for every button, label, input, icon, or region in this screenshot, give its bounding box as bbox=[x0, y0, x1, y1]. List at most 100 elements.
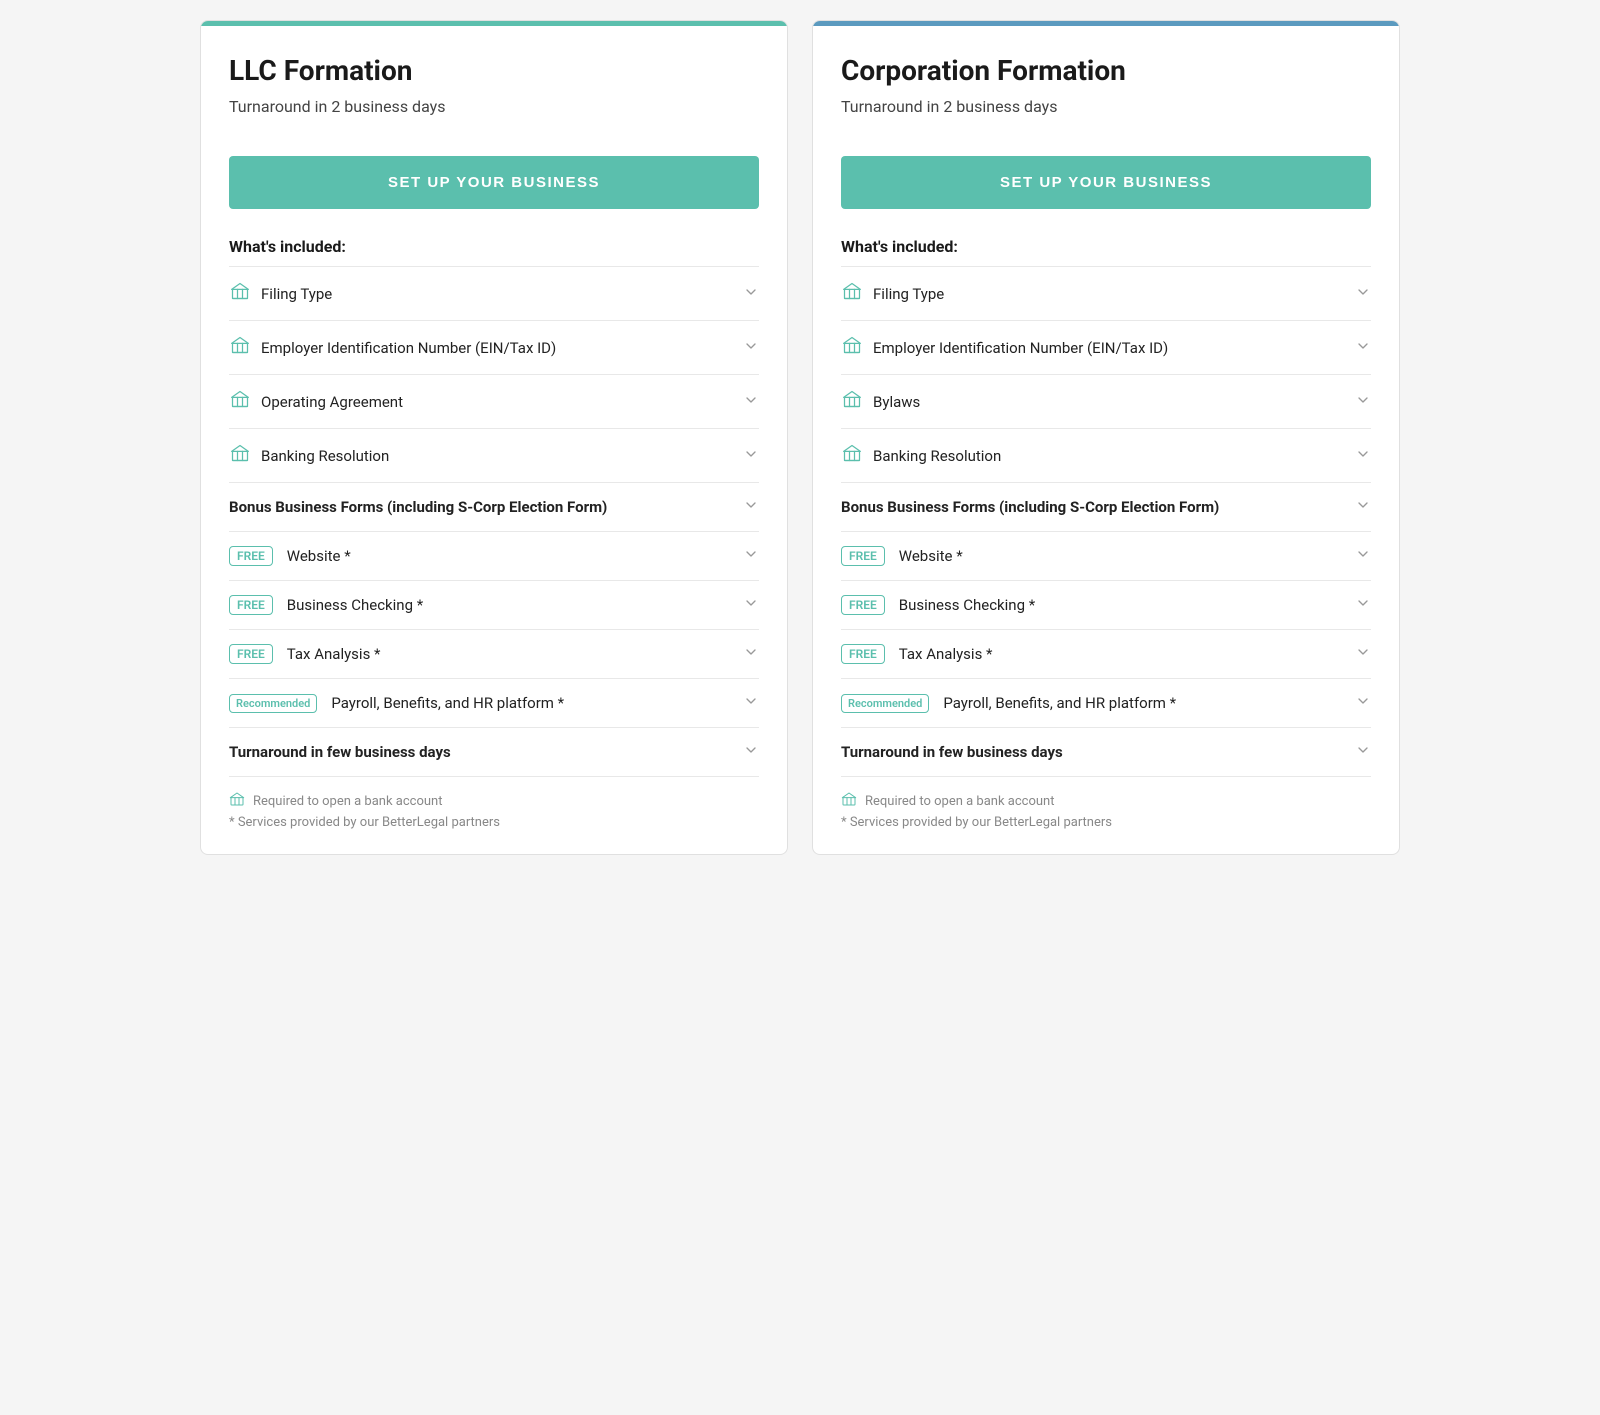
bank-icon-small bbox=[229, 791, 245, 811]
footer-star-note: * Services provided by our BetterLegal p… bbox=[229, 815, 759, 830]
list-item-left: Bonus Business Forms (including S-Corp E… bbox=[841, 498, 1219, 516]
footer-star-note: * Services provided by our BetterLegal p… bbox=[841, 815, 1371, 830]
list-item-left: Filing Type bbox=[229, 281, 332, 306]
item-label: Employer Identification Number (EIN/Tax … bbox=[873, 339, 1168, 357]
list-item[interactable]: FREETax Analysis * bbox=[841, 629, 1371, 678]
list-item-left: FREETax Analysis * bbox=[841, 644, 993, 664]
list-item-left: FREE Website * bbox=[841, 546, 963, 566]
chevron-down-icon bbox=[1355, 546, 1371, 566]
item-label: Turnaround in few business days bbox=[229, 743, 451, 761]
item-label: Bylaws bbox=[873, 393, 920, 411]
chevron-down-icon bbox=[743, 284, 759, 304]
chevron-down-icon bbox=[1355, 693, 1371, 713]
card-llc-footer: Required to open a bank account * Service… bbox=[229, 777, 759, 834]
chevron-down-icon bbox=[1355, 338, 1371, 358]
list-item[interactable]: FREE Website * bbox=[229, 531, 759, 580]
chevron-down-icon bbox=[1355, 392, 1371, 412]
item-label: Business Checking * bbox=[287, 596, 423, 614]
list-item-left: Employer Identification Number (EIN/Tax … bbox=[229, 335, 556, 360]
card-corp-footer: Required to open a bank account* Service… bbox=[841, 777, 1371, 834]
list-item[interactable]: FREE Business Checking * bbox=[229, 580, 759, 629]
chevron-down-icon bbox=[743, 338, 759, 358]
list-item-left: Recommended Payroll, Benefits, and HR pla… bbox=[841, 694, 1176, 713]
card-llc-title: LLC Formation bbox=[229, 54, 759, 87]
list-item-left: FREEBusiness Checking * bbox=[841, 595, 1035, 615]
list-item[interactable]: Turnaround in few business days bbox=[229, 727, 759, 777]
chevron-down-icon bbox=[743, 742, 759, 762]
chevron-down-icon bbox=[743, 693, 759, 713]
free-badge: FREE bbox=[229, 644, 273, 664]
list-item-left: Operating Agreement bbox=[229, 389, 403, 414]
card-corp-items-list: Filing Type Employer Identification Numbe… bbox=[841, 266, 1371, 777]
free-badge: FREE bbox=[229, 595, 273, 615]
item-label: Employer Identification Number (EIN/Tax … bbox=[261, 339, 556, 357]
list-item[interactable]: Filing Type bbox=[229, 266, 759, 320]
list-item[interactable]: Banking Resolution bbox=[229, 428, 759, 482]
footer-icon-text: Required to open a bank account bbox=[253, 794, 442, 809]
list-item-left: Bylaws bbox=[841, 389, 920, 414]
card-llc-inner: LLC Formation Turnaround in 2 business da… bbox=[201, 26, 787, 854]
item-label: Turnaround in few business days bbox=[841, 743, 1063, 761]
list-item[interactable]: RecommendedPayroll, Benefits, and HR pla… bbox=[229, 678, 759, 727]
list-item-left: Banking Resolution bbox=[841, 443, 1001, 468]
list-item[interactable]: FREE Website * bbox=[841, 531, 1371, 580]
list-item-left: FREE Website * bbox=[229, 546, 351, 566]
free-badge: FREE bbox=[841, 546, 885, 566]
chevron-down-icon bbox=[743, 497, 759, 517]
list-item[interactable]: Bonus Business Forms (including S-Corp E… bbox=[841, 482, 1371, 531]
bank-icon bbox=[229, 443, 251, 468]
list-item-left: Turnaround in few business days bbox=[841, 743, 1063, 761]
chevron-down-icon bbox=[743, 546, 759, 566]
bank-icon bbox=[841, 335, 863, 360]
card-llc: LLC Formation Turnaround in 2 business da… bbox=[200, 20, 788, 855]
card-llc-setup-button[interactable]: SET UP YOUR BUSINESS bbox=[229, 156, 759, 209]
bank-icon bbox=[841, 443, 863, 468]
card-corp-whats-included: What's included: bbox=[841, 237, 1371, 256]
list-item[interactable]: Operating Agreement bbox=[229, 374, 759, 428]
list-item[interactable]: Employer Identification Number (EIN/Tax … bbox=[841, 320, 1371, 374]
card-llc-whats-included: What's included: bbox=[229, 237, 759, 256]
free-badge: FREE bbox=[229, 546, 273, 566]
list-item-left: Banking Resolution bbox=[229, 443, 389, 468]
item-label: Tax Analysis * bbox=[899, 645, 993, 663]
item-label: Operating Agreement bbox=[261, 393, 403, 411]
list-item[interactable]: Banking Resolution bbox=[841, 428, 1371, 482]
list-item[interactable]: Bylaws bbox=[841, 374, 1371, 428]
list-item[interactable]: FREEBusiness Checking * bbox=[841, 580, 1371, 629]
item-label: Filing Type bbox=[261, 285, 332, 303]
chevron-down-icon bbox=[1355, 644, 1371, 664]
chevron-down-icon bbox=[1355, 446, 1371, 466]
list-item-left: Turnaround in few business days bbox=[229, 743, 451, 761]
chevron-down-icon bbox=[743, 644, 759, 664]
card-corp-setup-button[interactable]: SET UP YOUR BUSINESS bbox=[841, 156, 1371, 209]
list-item-left: RecommendedPayroll, Benefits, and HR pla… bbox=[229, 694, 564, 713]
card-corp-title: Corporation Formation bbox=[841, 54, 1371, 87]
bank-icon bbox=[229, 335, 251, 360]
chevron-down-icon bbox=[1355, 497, 1371, 517]
item-label: Banking Resolution bbox=[261, 447, 389, 465]
card-corp-inner: Corporation FormationTurnaround in 2 bus… bbox=[813, 26, 1399, 854]
item-label: Filing Type bbox=[873, 285, 944, 303]
list-item[interactable]: Filing Type bbox=[841, 266, 1371, 320]
list-item[interactable]: Turnaround in few business days bbox=[841, 727, 1371, 777]
item-label: Payroll, Benefits, and HR platform * bbox=[943, 694, 1176, 712]
bank-icon bbox=[841, 389, 863, 414]
free-badge: FREE bbox=[841, 595, 885, 615]
item-label: Website * bbox=[899, 547, 963, 565]
cards-container: LLC Formation Turnaround in 2 business da… bbox=[200, 20, 1400, 855]
chevron-down-icon bbox=[743, 392, 759, 412]
bank-icon bbox=[229, 389, 251, 414]
list-item-left: FREE Tax Analysis * bbox=[229, 644, 381, 664]
list-item[interactable]: Bonus Business Forms (including S-Corp E… bbox=[229, 482, 759, 531]
free-badge: Recommended bbox=[841, 694, 929, 713]
chevron-down-icon bbox=[1355, 595, 1371, 615]
item-label: Tax Analysis * bbox=[287, 645, 381, 663]
item-label: Website * bbox=[287, 547, 351, 565]
free-badge: Recommended bbox=[229, 694, 317, 713]
card-llc-subtitle: Turnaround in 2 business days bbox=[229, 97, 759, 116]
list-item[interactable]: Recommended Payroll, Benefits, and HR pla… bbox=[841, 678, 1371, 727]
item-label: Banking Resolution bbox=[873, 447, 1001, 465]
footer-icon-note: Required to open a bank account bbox=[229, 791, 759, 811]
list-item[interactable]: Employer Identification Number (EIN/Tax … bbox=[229, 320, 759, 374]
list-item[interactable]: FREE Tax Analysis * bbox=[229, 629, 759, 678]
